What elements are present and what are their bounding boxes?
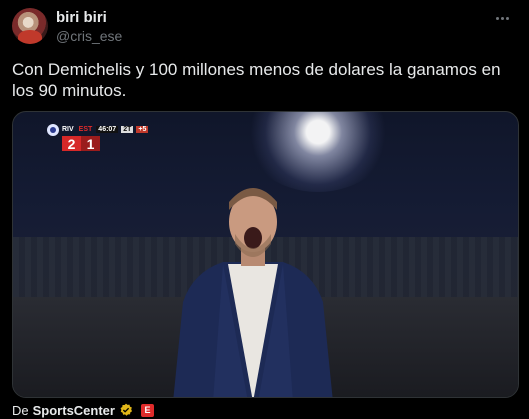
- match-clock: 46:07: [96, 126, 119, 133]
- dot-icon: [500, 16, 504, 20]
- dot-icon: [505, 16, 509, 20]
- more-options-button[interactable]: [489, 8, 515, 28]
- score-away: 1: [81, 136, 100, 151]
- tweet-card[interactable]: biri biri @cris_ese Con Demichelis y 100…: [0, 0, 529, 419]
- tweet-text: Con Demichelis y 100 millones menos de d…: [12, 60, 501, 100]
- verified-badge-icon: [120, 403, 133, 416]
- team-away-label: EST: [78, 126, 93, 133]
- league-logo-icon: [47, 123, 59, 136]
- match-period: 2T: [121, 126, 134, 133]
- attribution-source-link[interactable]: SportsCenter: [33, 403, 115, 418]
- handle[interactable]: @cris_ese: [56, 28, 122, 44]
- avatar[interactable]: [12, 8, 48, 44]
- score-home: 2: [62, 136, 81, 151]
- dot-icon: [495, 16, 499, 20]
- team-home-label: RIV: [62, 126, 74, 133]
- media-attribution: De SportsCenter E: [12, 402, 154, 418]
- display-name[interactable]: biri biri: [56, 9, 107, 26]
- scorebug: RIV EST 46:07 2T +5 2 1: [47, 123, 157, 152]
- added-time: +5: [136, 126, 149, 133]
- sportscenter-logo-icon: E: [140, 403, 154, 417]
- media-video[interactable]: RIV EST 46:07 2T +5 2 1: [12, 111, 519, 398]
- celebrating-coach-image: [173, 188, 333, 397]
- attribution-prefix: De: [12, 402, 29, 418]
